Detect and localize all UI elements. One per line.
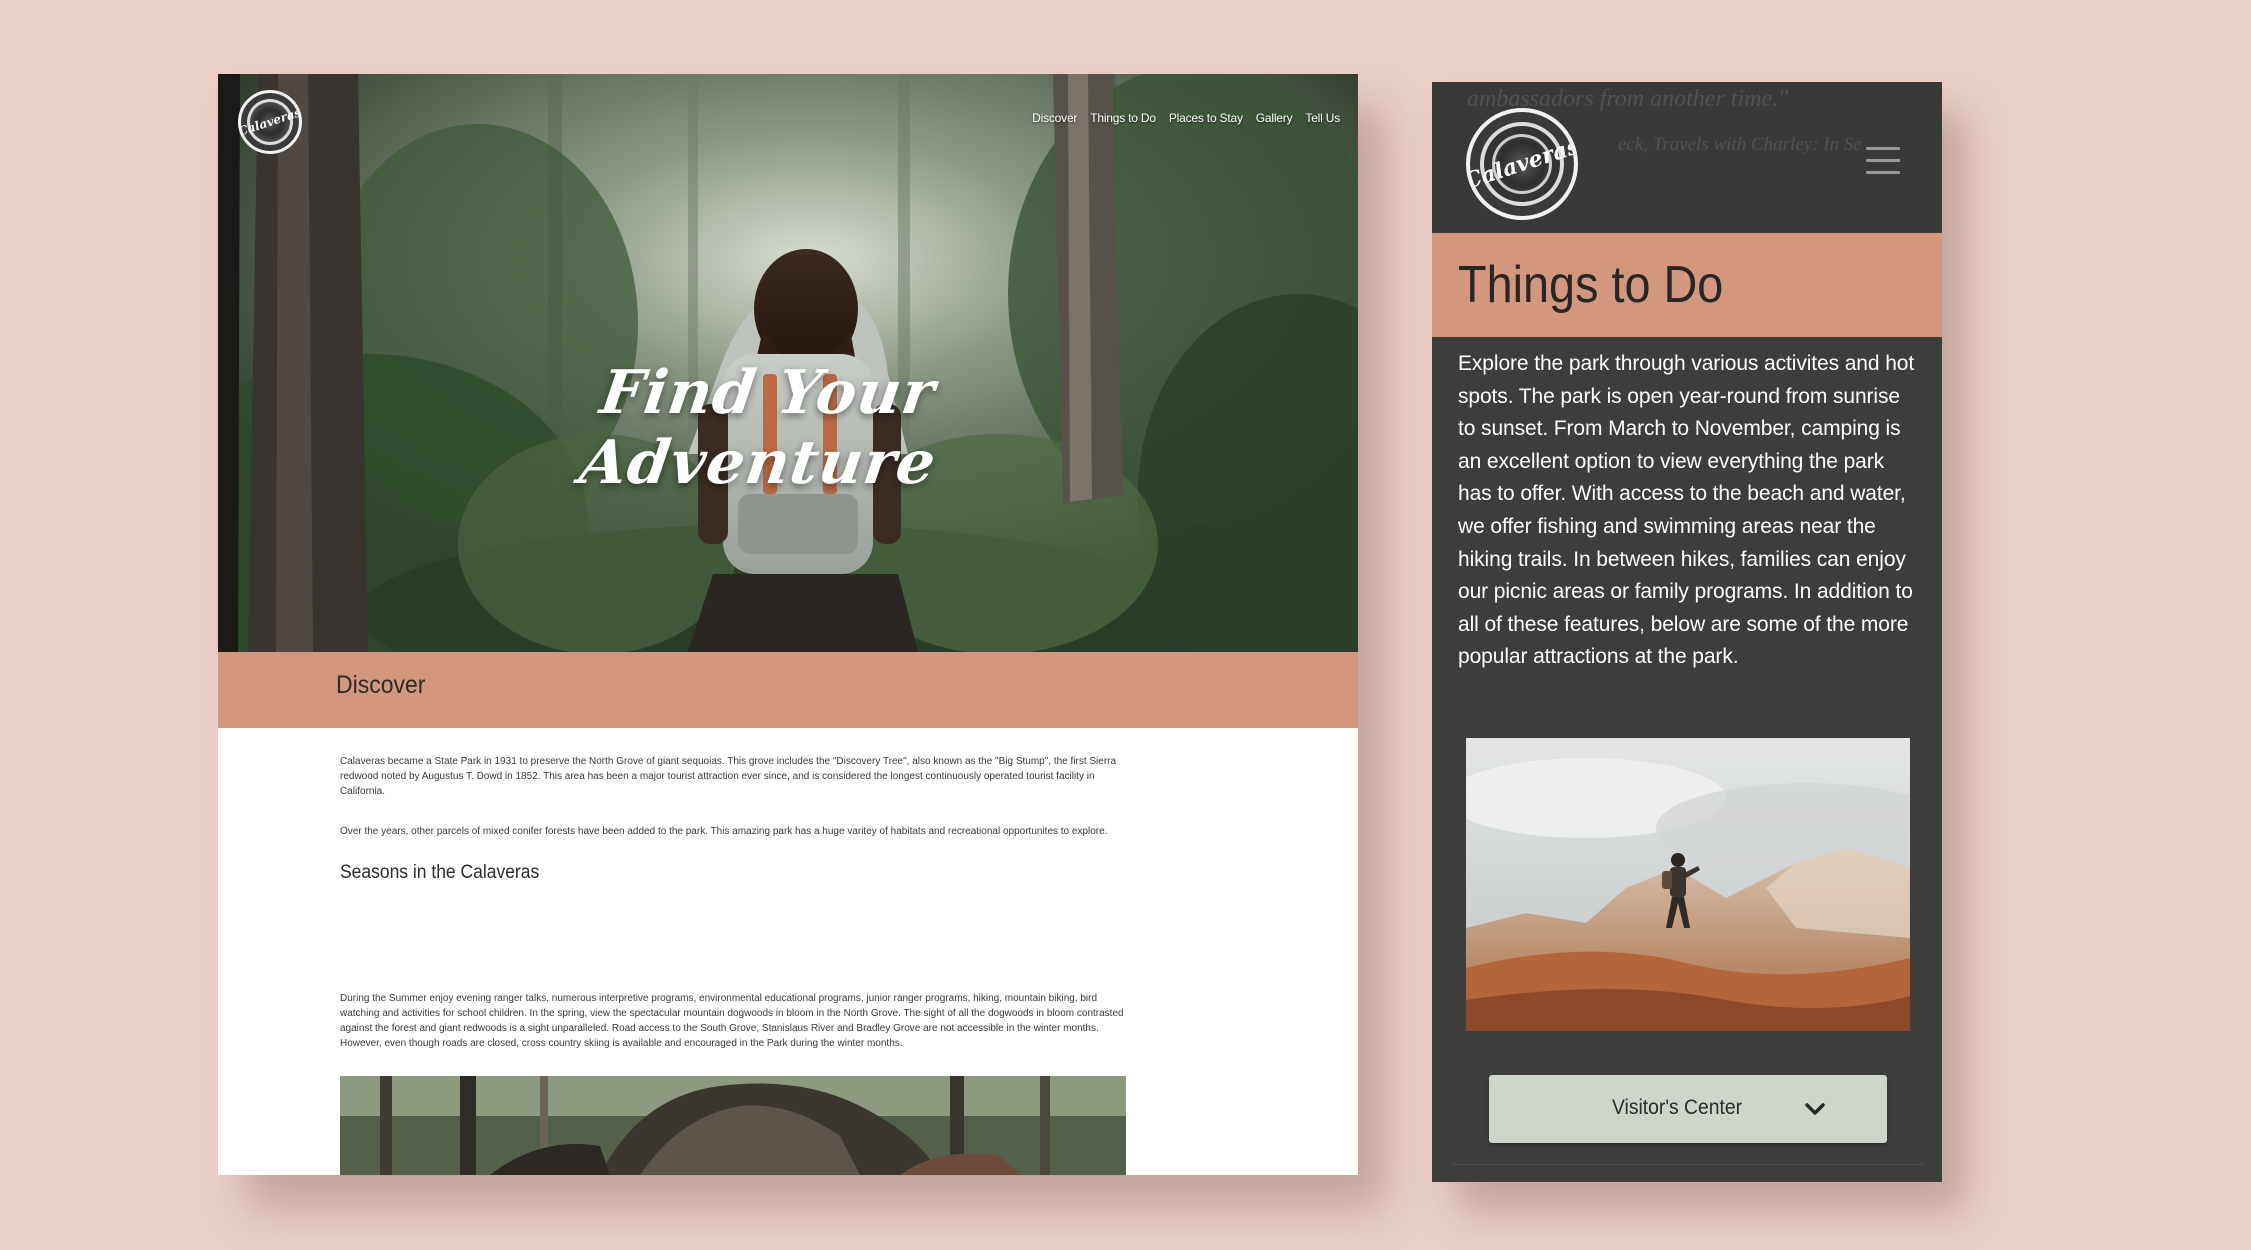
chevron-down-icon [1805,1103,1825,1115]
logo-text: Calaveras [238,105,302,139]
ghost-attribution-text: eck, Travels with Charley: In Se [1618,134,1862,155]
paragraph-history: Calaveras became a State Park in 1931 to… [340,756,1117,797]
hero-title-line-2: Adventure [575,428,941,498]
things-to-do-description: Explore the park through various activit… [1458,352,1915,669]
logo[interactable]: Calaveras [238,90,302,154]
mobile-logo[interactable]: Calaveras [1466,108,1578,220]
paragraph-seasons: During the Summer enjoy evening ranger t… [340,993,1124,1049]
paragraph-habitats: Over the years, other parcels of mixed c… [340,826,1108,837]
hero-section: Calaveras Discover Things to Do Places t… [218,74,1358,652]
nav-item-places-to-stay[interactable]: Places to Stay [1169,111,1243,125]
nav-item-discover[interactable]: Discover [1032,111,1077,125]
seasons-heading: Seasons in the Calaveras [340,862,540,883]
visitors-center-label: Visitor's Center [1612,1096,1743,1119]
nav-item-things-to-do[interactable]: Things to Do [1090,111,1156,125]
nav-item-gallery[interactable]: Gallery [1256,111,1293,125]
nav-item-tell-us[interactable]: Tell Us [1305,111,1340,125]
hiker-photo [1466,738,1910,1031]
hero-title-line-1: Find Your [596,358,940,428]
visitors-center-dropdown[interactable]: Visitor's Center [1489,1075,1887,1143]
desktop-mockup: Calaveras Discover Things to Do Places t… [218,74,1358,1175]
mobile-logo-text: Calaveras [1466,133,1578,195]
discover-band: Discover [218,652,1358,728]
things-to-do-band: Things to Do [1432,233,1942,337]
mobile-mockup: ambassadors from another time." eck, Tra… [1432,82,1942,1182]
hero-title: Find Your Adventure [458,358,1068,498]
hamburger-icon[interactable] [1866,145,1904,175]
divider [1452,1164,1924,1165]
top-nav: Discover Things to Do Places to Stay Gal… [1032,111,1340,125]
section-title-things-to-do: Things to Do [1458,256,1724,314]
fallen-tree-photo [340,1076,1126,1175]
section-title-discover: Discover [336,671,426,699]
mobile-header: ambassadors from another time." eck, Tra… [1432,82,1942,233]
